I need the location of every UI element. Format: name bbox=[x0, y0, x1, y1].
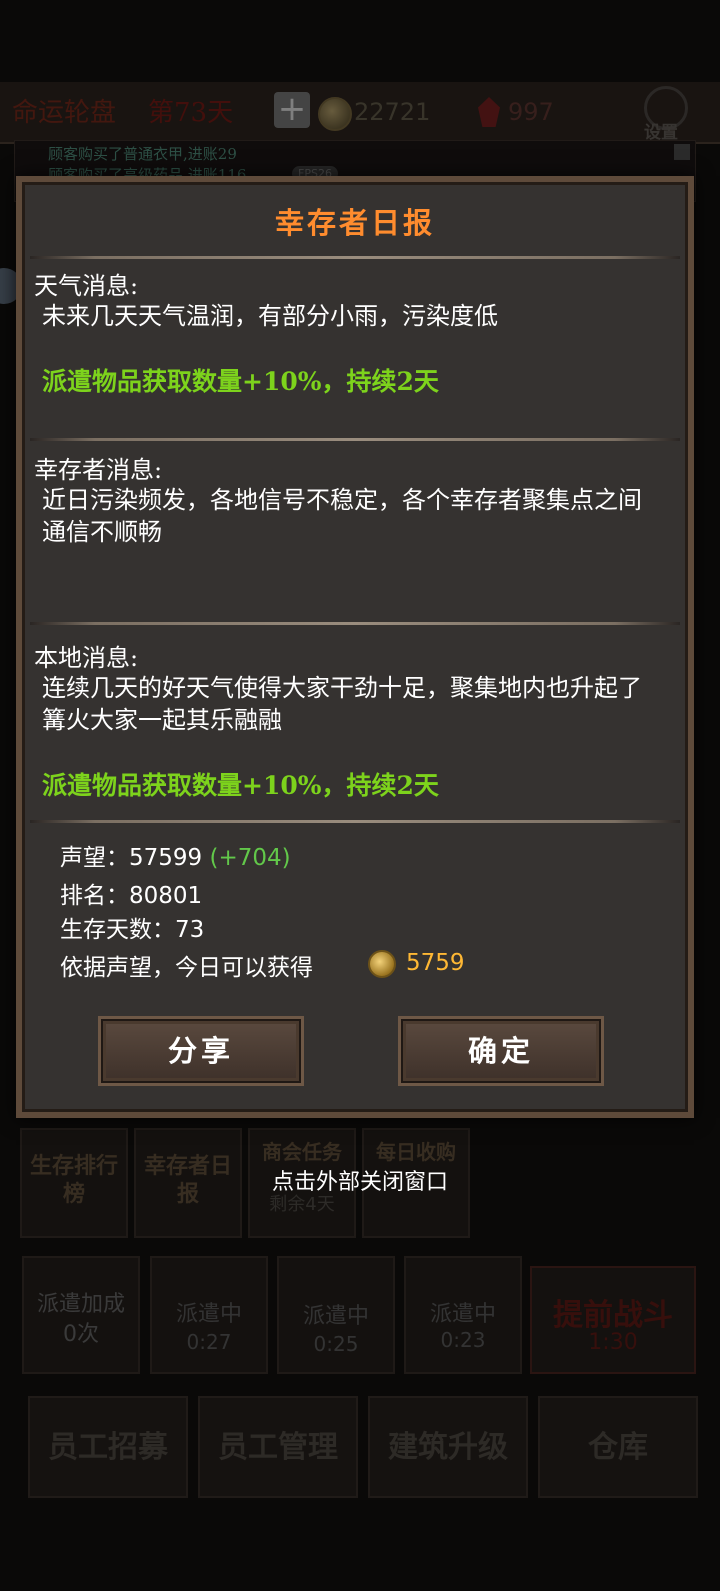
confirm-button[interactable]: 确定 bbox=[398, 1016, 604, 1086]
survivor-heading: 幸存者消息: bbox=[34, 456, 163, 484]
local-text: 连续几天的好天气使得大家干劲十足，聚集地内也升起了篝火大家一起其乐融融 bbox=[42, 674, 642, 734]
divider bbox=[30, 622, 680, 625]
divider bbox=[30, 256, 680, 259]
weather-text: 未来几天天气温润，有部分小雨，污染度低 bbox=[42, 302, 498, 330]
coin-icon bbox=[368, 950, 396, 978]
share-button[interactable]: 分享 bbox=[98, 1016, 304, 1086]
rank-row: 排名：80801 bbox=[60, 876, 202, 910]
daily-report-dialog: 幸存者日报 天气消息: 未来几天天气温润，有部分小雨，污染度低 派遣物品获取数量… bbox=[16, 176, 694, 1118]
reputation-row: 声望：57599 (+704) bbox=[60, 838, 291, 872]
survivor-text: 近日污染频发，各地信号不稳定，各个幸存者聚集点之间通信不顺畅 bbox=[42, 486, 642, 546]
reputation-label: 声望： bbox=[60, 845, 129, 871]
reputation-delta: (+704) bbox=[209, 845, 291, 871]
weather-heading: 天气消息: bbox=[34, 272, 139, 300]
local-heading: 本地消息: bbox=[34, 644, 139, 672]
weather-bonus: 派遣物品获取数量+10%，持续2天 bbox=[42, 367, 439, 396]
close-hint: 点击外部关闭窗口 bbox=[271, 1170, 448, 1195]
local-bonus: 派遣物品获取数量+10%，持续2天 bbox=[42, 771, 439, 800]
reward-label: 依据声望，今日可以获得 bbox=[60, 955, 313, 981]
divider bbox=[30, 820, 680, 823]
survival-days-value: 73 bbox=[175, 917, 205, 943]
rank-value: 80801 bbox=[129, 883, 203, 909]
survival-days-row: 生存天数：73 bbox=[60, 910, 204, 944]
reputation-value: 57599 bbox=[129, 845, 203, 871]
rank-label: 排名： bbox=[60, 883, 129, 909]
divider bbox=[30, 438, 680, 441]
survival-days-label: 生存天数： bbox=[60, 917, 175, 943]
dialog-title: 幸存者日报 bbox=[274, 206, 435, 240]
reward-value: 5759 bbox=[406, 950, 465, 976]
